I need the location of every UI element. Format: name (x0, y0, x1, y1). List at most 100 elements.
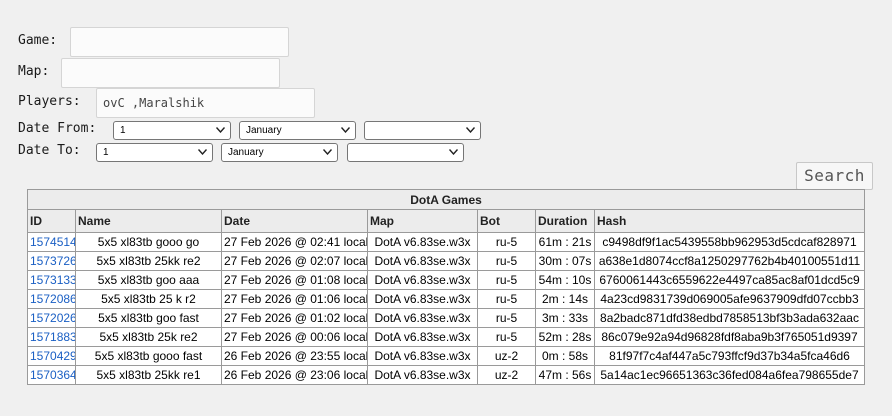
game-input[interactable] (70, 27, 289, 57)
table-row: 1571883 5x5 xl83tb 25k re2 27 Feb 2026 @ 0… (27, 327, 866, 347)
game-hash-cell: 81f97f7c4af447a5c793ffcf9d37b34a5fca46d6 (593, 346, 866, 366)
game-duration-cell: 3m : 33s (535, 308, 595, 328)
game-id-cell: 1570429 (27, 346, 76, 366)
table-row: 1572026 5x5 xl83tb goo fast 27 Feb 2026 @ … (27, 308, 866, 328)
game-id-link[interactable]: 1570429 (30, 349, 75, 363)
game-hash-cell: 6760061443c6559622e4497ca85ac8af01dcd5c9 (593, 270, 866, 290)
column-header-map: Map (367, 209, 478, 233)
game-id-link[interactable]: 1572086 (30, 292, 75, 306)
game-duration-cell: 61m : 21s (535, 232, 595, 252)
game-date-cell: 27 Feb 2026 @ 02:07 local (221, 251, 368, 271)
chevron-down-icon (341, 127, 350, 133)
players-input[interactable]: ovC ,Maralshik (96, 88, 315, 118)
game-id-link[interactable]: 1573726 (30, 254, 75, 268)
game-map-cell: DotA v6.83se.w3x (367, 308, 478, 328)
game-hash-cell: 8a2badc871dfd38edbd7858513bf3b3ada632aac (593, 308, 866, 328)
date-from-day-select[interactable]: 1 (113, 121, 231, 140)
chevron-down-icon (466, 127, 475, 133)
game-name-cell: 5x5 xl83tb goo fast (75, 308, 222, 328)
date-to-year-select[interactable] (347, 143, 464, 162)
search-button[interactable]: Search (796, 162, 873, 190)
date-from-label: Date From: (18, 121, 97, 136)
game-bot-cell: ru-5 (477, 251, 536, 271)
game-bot-cell: uz-2 (477, 365, 536, 385)
game-hash-cell: c9498df9f1ac5439558bb962953d5cdcaf828971 (593, 232, 866, 252)
game-name-cell: 5x5 xl83tb 25kk re1 (75, 365, 222, 385)
game-id-link[interactable]: 1572026 (30, 311, 75, 325)
column-header-hash: Hash (593, 209, 866, 233)
game-map-cell: DotA v6.83se.w3x (367, 346, 478, 366)
game-duration-cell: 47m : 56s (535, 365, 595, 385)
game-id-link[interactable]: 1570364 (30, 368, 75, 382)
game-date-cell: 27 Feb 2026 @ 01:08 local (221, 270, 368, 290)
game-name-cell: 5x5 xl83tb 25kk re2 (75, 251, 222, 271)
column-header-name: Name (75, 209, 222, 233)
game-label: Game: (18, 33, 58, 48)
table-row: 1573726 5x5 xl83tb 25kk re2 27 Feb 2026 @ … (27, 251, 866, 271)
game-date-cell: 26 Feb 2026 @ 23:55 local (221, 346, 368, 366)
game-duration-cell: 54m : 10s (535, 270, 595, 290)
game-id-cell: 1570364 (27, 365, 76, 385)
games-table: DotA Games ID Name Date Map Bot Duration… (26, 189, 866, 385)
date-from-month-select[interactable]: January (239, 121, 356, 140)
game-date-cell: 27 Feb 2026 @ 00:06 local (221, 327, 368, 347)
chevron-down-icon (323, 149, 332, 155)
map-label: Map: (18, 64, 50, 79)
game-bot-cell: ru-5 (477, 289, 536, 309)
date-to-day-value: 1 (103, 147, 109, 158)
game-duration-cell: 30m : 07s (535, 251, 595, 271)
date-from-year-select[interactable] (364, 121, 481, 140)
game-name-cell: 5x5 xl83tb gooo go (75, 232, 222, 252)
game-id-cell: 1572086 (27, 289, 76, 309)
date-from-month-value: January (246, 125, 282, 136)
game-map-cell: DotA v6.83se.w3x (367, 289, 478, 309)
game-id-cell: 1573133 (27, 270, 76, 290)
game-id-cell: 1574514 (27, 232, 76, 252)
column-header-date: Date (221, 209, 368, 233)
game-name-cell: 5x5 xl83tb gooo fast (75, 346, 222, 366)
game-map-cell: DotA v6.83se.w3x (367, 365, 478, 385)
game-id-link[interactable]: 1571883 (30, 330, 75, 344)
game-date-cell: 27 Feb 2026 @ 01:02 local (221, 308, 368, 328)
game-hash-cell: 4a23cd9831739d069005afe9637909dfd07ccbb3 (593, 289, 866, 309)
map-input[interactable] (61, 58, 280, 88)
game-name-cell: 5x5 xl83tb goo aaa (75, 270, 222, 290)
column-header-bot: Bot (477, 209, 536, 233)
game-map-cell: DotA v6.83se.w3x (367, 232, 478, 252)
column-header-duration: Duration (535, 209, 595, 233)
date-from-day-value: 1 (120, 125, 126, 136)
chevron-down-icon (449, 149, 458, 155)
game-hash-cell: a638e1d8074ccf8a1250297762b4b40100551d11 (593, 251, 866, 271)
game-bot-cell: ru-5 (477, 308, 536, 328)
game-map-cell: DotA v6.83se.w3x (367, 251, 478, 271)
game-id-link[interactable]: 1573133 (30, 273, 75, 287)
game-duration-cell: 2m : 14s (535, 289, 595, 309)
table-body: 1574514 5x5 xl83tb gooo go 27 Feb 2026 @ 0… (27, 232, 866, 385)
table-row: 1570429 5x5 xl83tb gooo fast 26 Feb 2026 @… (27, 346, 866, 366)
date-to-day-select[interactable]: 1 (96, 143, 213, 162)
game-name-cell: 5x5 xl83tb 25k re2 (75, 327, 222, 347)
game-date-cell: 27 Feb 2026 @ 02:41 local (221, 232, 368, 252)
game-duration-cell: 52m : 28s (535, 327, 595, 347)
game-id-cell: 1571883 (27, 327, 76, 347)
game-name-cell: 5x5 xl83tb 25 k r2 (75, 289, 222, 309)
date-to-month-select[interactable]: January (221, 143, 338, 162)
table-row: 1570364 5x5 xl83tb 25kk re1 26 Feb 2026 @ … (27, 365, 866, 385)
game-hash-cell: 86c079e92a94d96828fdf8aba9b3f765051d9397 (593, 327, 866, 347)
column-header-id: ID (27, 209, 76, 233)
game-bot-cell: uz-2 (477, 346, 536, 366)
game-map-cell: DotA v6.83se.w3x (367, 270, 478, 290)
game-date-cell: 27 Feb 2026 @ 01:06 local (221, 289, 368, 309)
game-map-cell: DotA v6.83se.w3x (367, 327, 478, 347)
game-bot-cell: ru-5 (477, 232, 536, 252)
game-bot-cell: ru-5 (477, 270, 536, 290)
table-caption: DotA Games (26, 189, 866, 210)
chevron-down-icon (198, 149, 207, 155)
date-to-month-value: January (228, 147, 264, 158)
date-to-label: Date To: (18, 143, 81, 158)
table-row: 1572086 5x5 xl83tb 25 k r2 27 Feb 2026 @ 0… (27, 289, 866, 309)
game-date-cell: 26 Feb 2026 @ 23:06 local (221, 365, 368, 385)
game-id-link[interactable]: 1574514 (30, 235, 75, 249)
game-id-cell: 1572026 (27, 308, 76, 328)
game-duration-cell: 0m : 58s (535, 346, 595, 366)
